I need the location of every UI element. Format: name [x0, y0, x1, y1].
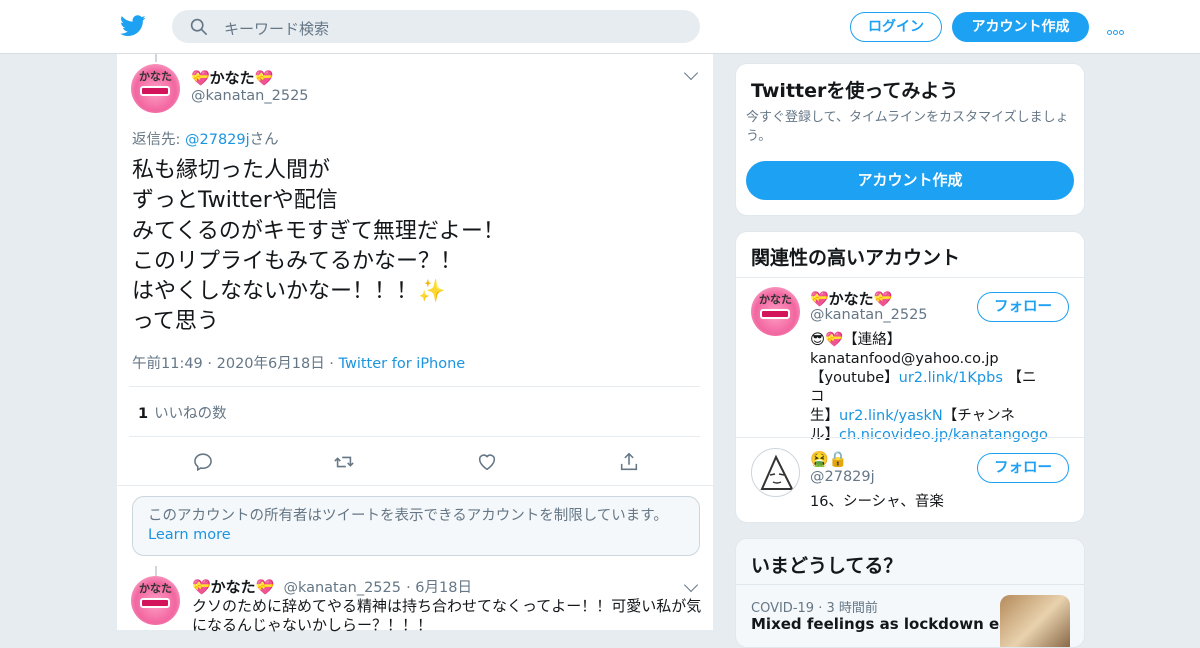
signup-card-title: Twitterを使ってみよう — [751, 80, 959, 102]
retweet-icon[interactable] — [333, 451, 355, 473]
tweet-metadata: 午前11:49 · 2020年6月18日 · Twitter for iPhon… — [132, 356, 466, 372]
top-navigation-bar: キーワード検索 ログイン アカウント作成 — [0, 0, 1200, 54]
account-name[interactable]: 💝かなた💝 — [810, 288, 892, 309]
search-icon — [190, 18, 208, 36]
search-box[interactable]: キーワード検索 — [172, 10, 700, 43]
tweet-column: かなた 💝かなた💝 @kanatan_2525 返信先: @27829jさん 私… — [116, 54, 715, 634]
signup-button[interactable]: アカウント作成 — [952, 12, 1089, 42]
follow-button[interactable]: フォロー — [977, 292, 1069, 322]
heart-icon[interactable] — [476, 451, 498, 473]
share-icon[interactable] — [618, 451, 640, 473]
avatar[interactable]: かなた — [131, 576, 180, 625]
follow-button[interactable]: フォロー — [977, 453, 1069, 483]
divider — [129, 386, 700, 387]
reply-header: 💝かなた💝 @kanatan_2525 · 6月18日 — [192, 578, 472, 596]
bio-link[interactable]: ur2.link/yaskN — [839, 408, 943, 424]
thread-connector — [155, 566, 157, 576]
trends-card: いまどうしてる？ COVID-19 · 3 時間前 Mixed feelings… — [735, 538, 1085, 648]
divider — [736, 277, 1084, 278]
reply-to-line: 返信先: @27829jさん — [132, 132, 279, 148]
signup-card-button[interactable]: アカウント作成 — [746, 161, 1074, 200]
login-button[interactable]: ログイン — [850, 12, 942, 42]
trend-meta: COVID-19 · 3 時間前 — [751, 601, 878, 616]
reply-to-link[interactable]: @27829j — [185, 132, 250, 148]
tweet-date[interactable]: 2020年6月18日 — [217, 356, 325, 372]
account-bio: 😎💝【連絡】 kanatanfood@yahoo.co.jp 【youtube】… — [810, 332, 1048, 443]
reply-date[interactable]: 6月18日 — [415, 580, 472, 596]
chevron-down-icon[interactable] — [683, 577, 699, 593]
tweet-text: 私も縁切った人間が ずっとTwitterや配信 みてくるのがキモすぎて無理だよー… — [132, 158, 505, 335]
divider — [736, 437, 1084, 438]
avatar[interactable] — [751, 448, 800, 497]
related-accounts-card: 関連性の高いアカウント かなた 💝かなた💝 @kanatan_2525 フォロー… — [735, 231, 1085, 523]
reply-icon[interactable] — [192, 451, 214, 473]
trend-headline[interactable]: Mixed feelings as lockdown eases — [751, 615, 1037, 633]
trend-thumbnail[interactable] — [1000, 595, 1070, 647]
trends-title: いまどうしてる？ — [751, 555, 903, 577]
display-name[interactable]: 💝かなた💝 — [191, 67, 273, 88]
twitter-bird-logo-icon[interactable] — [120, 14, 146, 38]
divider — [129, 436, 700, 437]
bio-link[interactable]: ch.nicovideo.jp/kanatangogo — [839, 427, 1048, 443]
more-options-icon[interactable] — [1107, 20, 1131, 35]
avatar[interactable]: かなた — [751, 287, 800, 336]
related-accounts-title: 関連性の高いアカウント — [751, 247, 961, 269]
likes-count[interactable]: 1 いいねの数 — [138, 402, 227, 423]
avatar[interactable]: かなた — [131, 64, 180, 113]
user-handle[interactable]: @kanatan_2525 — [283, 580, 401, 596]
thread-connector — [155, 54, 157, 62]
account-name[interactable]: 🤮🔒 — [810, 450, 847, 468]
tweet-time[interactable]: 午前11:49 — [132, 356, 203, 372]
user-handle[interactable]: @kanatan_2525 — [191, 88, 309, 104]
reply-tweet-text[interactable]: クソのために辞めてやる精神は持ち合わせてなくってよー！！可愛い私が気になるんじゃ… — [192, 597, 702, 635]
display-name[interactable]: 💝かなた💝 — [192, 578, 274, 596]
tweet-source-link[interactable]: Twitter for iPhone — [339, 356, 466, 372]
account-bio: 16、シーシャ、音楽 — [810, 494, 944, 510]
account-handle[interactable]: @27829j — [810, 469, 875, 485]
signup-card: Twitterを使ってみよう 今すぐ登録して、タイムラインをカスタマイズしましょ… — [735, 63, 1085, 216]
bio-link[interactable]: ur2.link/1Kpbs — [899, 370, 1003, 386]
chevron-down-icon[interactable] — [683, 65, 699, 81]
account-handle[interactable]: @kanatan_2525 — [810, 307, 928, 323]
learn-more-link[interactable]: Learn more — [148, 527, 231, 543]
tweet-actions — [117, 451, 715, 473]
divider — [117, 485, 715, 486]
restricted-notice: このアカウントの所有者はツイートを表示できるアカウントを制限しています。Lear… — [132, 496, 700, 556]
divider — [736, 584, 1084, 585]
signup-card-subtitle: 今すぐ登録して、タイムラインをカスタマイズしましょう。 — [746, 110, 1069, 144]
search-input[interactable]: キーワード検索 — [224, 18, 329, 39]
